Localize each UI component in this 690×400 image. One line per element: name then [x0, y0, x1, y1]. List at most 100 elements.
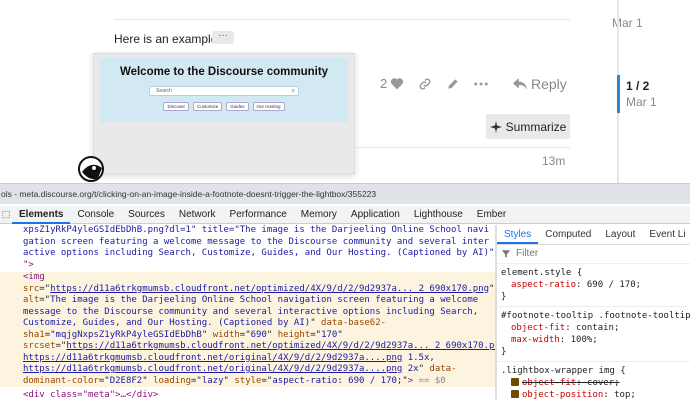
tab-performance[interactable]: Performance	[223, 206, 294, 224]
styles-sidebar: Styles Computed Layout Event Li Filter e…	[497, 225, 690, 400]
divider	[114, 19, 570, 20]
attr-name: src	[23, 283, 40, 294]
css-property[interactable]: max-width: 100%;	[501, 334, 686, 346]
css-property-value: contain;	[576, 323, 620, 333]
tab-ember[interactable]: Ember	[470, 206, 513, 224]
css-property[interactable]: object-position: top;	[501, 389, 686, 400]
tab-console[interactable]: Console	[70, 206, 121, 224]
dom-line[interactable]: <div class="meta">…</div>	[23, 390, 158, 400]
css-rule: element.style { aspect-ratio: 690 / 170;…	[497, 264, 690, 307]
srcset-link[interactable]: https://d11a6trkgmumsb.cloudfront.net/or…	[23, 353, 402, 363]
tab-elements[interactable]: Elements	[12, 206, 71, 224]
timeline-handle[interactable]	[617, 75, 620, 113]
edit-button[interactable]	[446, 77, 460, 91]
css-selector: .lightbox-wrapper img {	[501, 366, 626, 376]
tab-event-listeners[interactable]: Event Li	[642, 225, 690, 244]
styles-tab-bar: Styles Computed Layout Event Li	[497, 225, 690, 245]
timeline-position: 1 / 2	[626, 79, 650, 93]
img-open-tag: <img	[23, 272, 45, 282]
css-property-value: cover;	[587, 378, 620, 388]
link-icon	[419, 78, 431, 89]
css-selector: element.style {	[501, 268, 583, 278]
checkbox-icon[interactable]	[511, 390, 519, 398]
srcset-separator: 1.5x,	[402, 352, 435, 363]
sha-value: mqjgNxpsZ1yRkP4yleGSIdEbDhB	[55, 329, 202, 340]
tab-layout[interactable]: Layout	[598, 225, 642, 244]
image-title: Welcome to the Discourse community	[119, 66, 329, 78]
selected-img-node[interactable]: <img src="https://d11a6trkgmumsb.cloudfr…	[0, 272, 495, 387]
image-button-customize: Customize	[192, 102, 223, 111]
footnote-tooltip: Welcome to the Discourse community Searc…	[93, 53, 355, 174]
discourse-page: Mar 1 Here is an example ··· Welcome to …	[0, 0, 690, 183]
css-property-name: object-fit	[511, 323, 566, 333]
image-button-hosting: Our Hosting	[252, 102, 285, 111]
attr-name: loading	[153, 375, 191, 386]
css-rule: #footnote-tooltip .footnote-tooltip- obj…	[497, 307, 690, 362]
devtools-panel: ols - meta.discourse.org/t/clicking-on-a…	[0, 183, 690, 400]
src-link[interactable]: https://d11a6trkgmumsb.cloudfront.net/op…	[50, 284, 489, 294]
copy-link-button[interactable]	[418, 77, 432, 91]
image-button-discover: Discover	[163, 102, 189, 111]
avatar[interactable]	[78, 154, 108, 183]
css-rule-close: }	[501, 347, 507, 357]
css-rule: .lightbox-wrapper img { object-fit: cove…	[497, 362, 690, 400]
reply-label: Reply	[531, 76, 567, 92]
pencil-icon	[448, 78, 458, 89]
css-property-value: top;	[614, 390, 636, 400]
css-property-name: max-width	[511, 335, 560, 345]
style-value: aspect-ratio: 690 / 170;	[272, 375, 403, 386]
css-property-value: 690 / 170;	[586, 280, 642, 290]
srcset-link[interactable]: https://d11a6trkgmumsb.cloudfront.net/or…	[23, 364, 402, 374]
height-value: 170	[321, 329, 338, 340]
styles-filter-input[interactable]: Filter	[497, 245, 690, 264]
attr-name: srcset	[23, 341, 56, 351]
css-selector: #footnote-tooltip .footnote-tooltip-	[501, 311, 690, 321]
ellipsis-icon	[474, 82, 488, 85]
filter-icon	[501, 250, 511, 258]
dom-line: active options including Search, Customi…	[23, 248, 495, 258]
like-button[interactable]: 2	[380, 76, 404, 91]
attr-name: width	[212, 329, 240, 340]
image-search-placeholder: Search	[156, 88, 172, 94]
image-search-box: Search ⌕	[149, 86, 299, 96]
post-actions: 2	[380, 76, 502, 91]
tab-application[interactable]: Application	[344, 206, 407, 224]
tab-computed[interactable]: Computed	[538, 225, 598, 244]
element-picker-icon[interactable]: ⬚	[0, 209, 12, 220]
dom-line: xpsZ1yRkP4yleGSIdEbDhB.png?dl=1" title="…	[23, 225, 489, 235]
css-property[interactable]: aspect-ratio: 690 / 170;	[501, 279, 686, 291]
divider	[114, 147, 570, 148]
loading-value: lazy	[201, 375, 224, 386]
footnote-button[interactable]: ···	[212, 31, 234, 44]
reply-button[interactable]: Reply	[513, 76, 567, 92]
sparkle-icon	[489, 120, 502, 133]
css-property-name: object-position	[522, 390, 604, 400]
css-property[interactable]: object-fit: contain;	[501, 322, 686, 334]
srcset-link[interactable]: https://d11a6trkgmumsb.cloudfront.net/op…	[66, 341, 495, 351]
dom-line: gation screen featuring a welcome messag…	[23, 236, 489, 247]
summarize-button[interactable]: Summarize	[486, 114, 570, 139]
footnote-image[interactable]: Welcome to the Discourse community Searc…	[100, 58, 348, 122]
tab-memory[interactable]: Memory	[294, 206, 344, 224]
tab-lighthouse[interactable]: Lighthouse	[407, 206, 470, 224]
checkbox-icon[interactable]	[511, 378, 519, 386]
tab-sources[interactable]: Sources	[121, 206, 172, 224]
css-property[interactable]: object-fit: cover;	[501, 377, 686, 389]
dominant-color-value: D2E8F2	[109, 375, 143, 386]
alt-value: The image is the Darjeeling Online Schoo…	[23, 295, 479, 328]
img-close-bracket: >	[407, 375, 414, 386]
like-count: 2	[380, 76, 388, 91]
tab-network[interactable]: Network	[172, 206, 223, 224]
devtools-title-bar: ols - meta.discourse.org/t/clicking-on-a…	[0, 184, 690, 204]
reply-icon	[513, 78, 527, 90]
tab-styles[interactable]: Styles	[497, 225, 539, 244]
more-actions-button[interactable]	[474, 81, 488, 87]
summarize-label: Summarize	[505, 119, 567, 134]
selected-node-marker: == $0	[418, 375, 446, 386]
image-button-row: Discover Customize Guides Our Hosting	[100, 102, 348, 111]
width-value: 690	[250, 329, 267, 340]
timeline-date: Mar 1	[626, 95, 657, 109]
attr-name: alt	[23, 295, 40, 305]
post-time: 13m	[542, 154, 566, 168]
elements-tree[interactable]: xpsZ1yRkP4yleGSIdEbDhB.png?dl=1" title="…	[0, 225, 495, 400]
